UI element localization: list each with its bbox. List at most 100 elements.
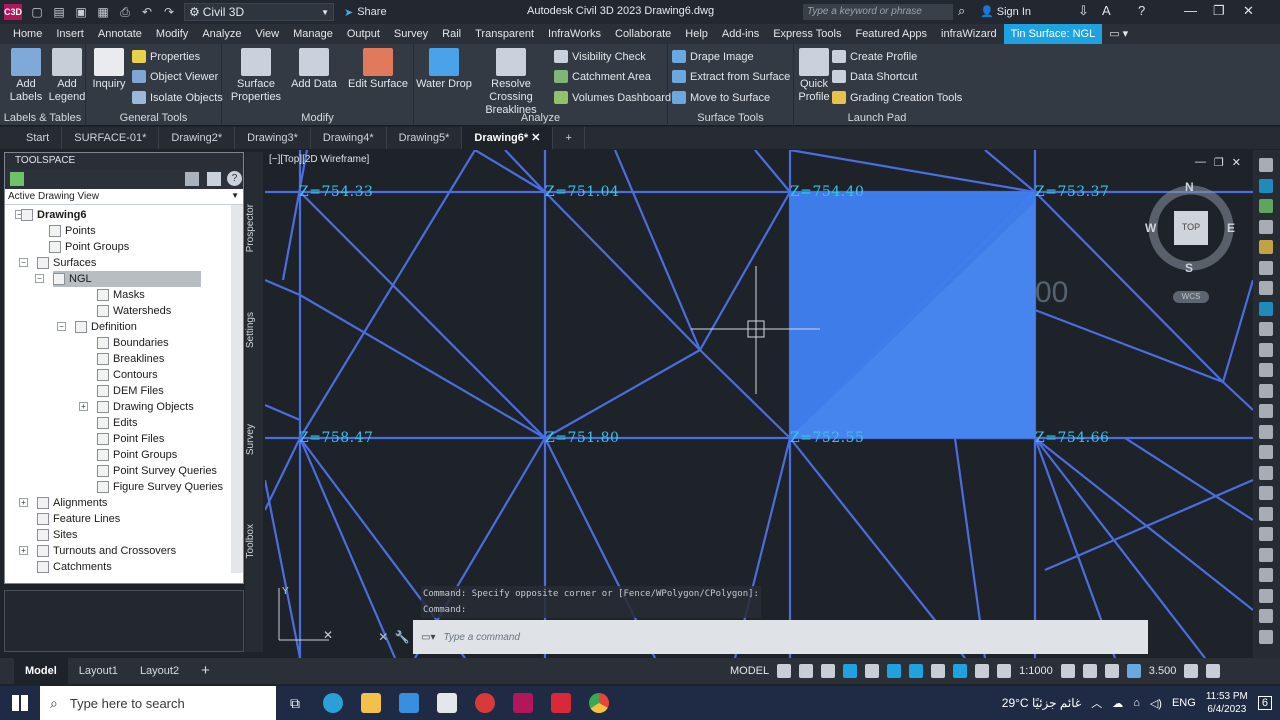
taskbar-mail[interactable] [428, 686, 466, 720]
ribbon-tab[interactable]: Manage [286, 24, 340, 44]
network-icon[interactable]: ⌂ [1133, 697, 1140, 709]
ribbon-tab[interactable]: Express Tools [766, 24, 848, 44]
language-indicator[interactable]: ENG [1172, 697, 1196, 709]
ribbon-tab[interactable]: Survey [387, 24, 435, 44]
navigation-tool-icon[interactable] [1259, 260, 1273, 275]
toolspace-side-tab[interactable]: Survey [245, 424, 263, 455]
lineweight-icon[interactable] [931, 664, 946, 678]
document-tab[interactable]: Drawing2* [159, 127, 236, 149]
layout-tab[interactable]: Layout2 [129, 658, 190, 684]
edit-surface-button[interactable]: Edit Surface [346, 48, 410, 91]
taskbar-store[interactable] [390, 686, 428, 720]
minimize-viewport-button[interactable]: — [1195, 156, 1206, 169]
tree-item[interactable]: Point Groups [49, 239, 129, 255]
tree-item[interactable]: NGL [53, 271, 201, 287]
annotation-scale[interactable]: 1:1000 [1019, 665, 1053, 677]
navigation-tool-icon[interactable] [1259, 465, 1273, 480]
panel-title[interactable]: Analyze [414, 112, 667, 124]
tree-item[interactable]: Drawing6 [21, 207, 87, 223]
navigation-tool-icon[interactable] [1259, 363, 1273, 377]
object-viewer-button[interactable]: Object Viewer [132, 70, 218, 83]
undo-icon[interactable]: ↶ [138, 4, 156, 20]
grading-creation-tools-button[interactable]: Grading Creation Tools [832, 91, 962, 104]
ribbon-tab[interactable]: Modify [149, 24, 195, 44]
properties-button[interactable]: Properties [132, 50, 200, 63]
start-button[interactable] [0, 695, 40, 711]
isodraft-icon[interactable] [865, 664, 880, 678]
tree-scrollbar[interactable] [231, 205, 243, 573]
taskbar-search-box[interactable]: ⌕ Type here to search [40, 686, 276, 720]
layout-tab[interactable]: Layout1 [68, 658, 129, 684]
tree-item[interactable]: Definition [75, 319, 137, 335]
search-icon[interactable]: ⌕ [958, 3, 965, 19]
workspace-selector[interactable]: ⚙ Civil 3D ▼ [184, 3, 334, 21]
ribbon-tab[interactable]: infraWizard [934, 24, 1004, 44]
navigation-tool-icon[interactable] [1259, 609, 1273, 623]
autodesk-app-icon[interactable]: A [1102, 3, 1111, 18]
tree-item[interactable]: Masks [97, 287, 145, 303]
ribbon-options-icon[interactable]: ▭ ▾ [1102, 24, 1135, 44]
cart-icon[interactable]: ⇩ [1078, 3, 1089, 19]
catchment-area-button[interactable]: Catchment Area [554, 70, 651, 83]
document-tab[interactable]: SURFACE-01* [62, 127, 160, 149]
ribbon-tab[interactable]: View [248, 24, 286, 44]
collapse-icon[interactable]: − [35, 274, 44, 283]
snap-icon[interactable] [799, 664, 814, 678]
ribbon-tab[interactable]: Tin Surface: NGL [1003, 24, 1103, 44]
cloud-icon[interactable]: ☁ [1112, 697, 1123, 710]
taskbar-explorer[interactable] [352, 686, 390, 720]
maximize-button[interactable]: ❐ [1213, 3, 1225, 19]
navigation-tool-icon[interactable] [1259, 178, 1273, 193]
tree-item[interactable]: Turnouts and Crossovers [37, 543, 176, 559]
close-tab-icon[interactable]: ✕ [528, 132, 540, 144]
ribbon-tab[interactable]: Add-ins [715, 24, 766, 44]
compass-east[interactable]: E [1227, 221, 1235, 235]
hardware-acceleration-icon[interactable] [1104, 664, 1119, 678]
expand-icon[interactable]: + [79, 402, 88, 411]
close-icon[interactable]: ✕ [378, 630, 388, 644]
document-tab[interactable]: Drawing4* [311, 127, 387, 149]
ribbon-tab[interactable]: InfraWorks [541, 24, 608, 44]
create-profile-button[interactable]: Create Profile [832, 50, 917, 63]
navigation-tool-icon[interactable] [1259, 506, 1273, 521]
tree-item[interactable]: Watersheds [97, 303, 171, 319]
viewcube-top[interactable]: TOP [1174, 222, 1208, 232]
transparency-icon[interactable] [953, 664, 968, 678]
tree-item[interactable]: Point Survey Queries [97, 463, 217, 479]
collapse-icon[interactable]: − [57, 322, 66, 331]
inquiry-button[interactable]: Inquiry [90, 48, 128, 91]
gear-icon[interactable] [1060, 664, 1075, 678]
quick-profile-button[interactable]: Quick Profile [796, 48, 832, 104]
close-button[interactable]: ✕ [1243, 3, 1254, 19]
collapse-icon[interactable]: − [19, 258, 28, 267]
document-tab[interactable]: Drawing5* [387, 127, 463, 149]
navigation-tool-icon[interactable] [1259, 527, 1273, 541]
search-input[interactable]: Type a keyword or phrase [803, 4, 953, 20]
viewport-controls-label[interactable]: [−][Top][2D Wireframe] [269, 154, 369, 165]
add-labels-button[interactable]: Add Labels [6, 48, 46, 104]
plus-icon[interactable] [1082, 664, 1097, 678]
taskbar-chrome[interactable] [580, 686, 618, 720]
restore-viewport-button[interactable]: ❐ [1214, 156, 1224, 169]
navigation-tool-icon[interactable] [1259, 547, 1273, 562]
ribbon-tab[interactable]: Collaborate [608, 24, 678, 44]
navigation-tool-icon[interactable] [1259, 342, 1273, 357]
tree-item[interactable]: Point Groups [97, 447, 177, 463]
taskbar-app[interactable] [466, 686, 504, 720]
chevron-up-icon[interactable]: ︿ [1091, 695, 1102, 711]
panel-icon[interactable] [207, 172, 221, 186]
tree-item[interactable]: Points [49, 223, 96, 239]
data-shortcut-button[interactable]: Data Shortcut [832, 70, 917, 83]
navigation-tool-icon[interactable] [1259, 424, 1273, 439]
add-legend-button[interactable]: Add Legend [48, 48, 86, 104]
object-snap-tracking-icon[interactable] [887, 664, 902, 678]
drawing-view-select[interactable]: Active Drawing View ▼ [5, 189, 243, 205]
expand-icon[interactable]: + [19, 498, 28, 507]
navigation-tool-icon[interactable] [1259, 281, 1273, 295]
zoom-value[interactable]: 3.500 [1149, 665, 1177, 677]
volume-icon[interactable]: ◁) [1150, 697, 1162, 710]
wcs-menu[interactable]: WCS [1173, 291, 1209, 303]
compass-west[interactable]: W [1145, 221, 1156, 235]
command-prompt-icon[interactable]: ▭▾ [421, 632, 435, 643]
tree-item[interactable]: Catchments [37, 559, 112, 573]
